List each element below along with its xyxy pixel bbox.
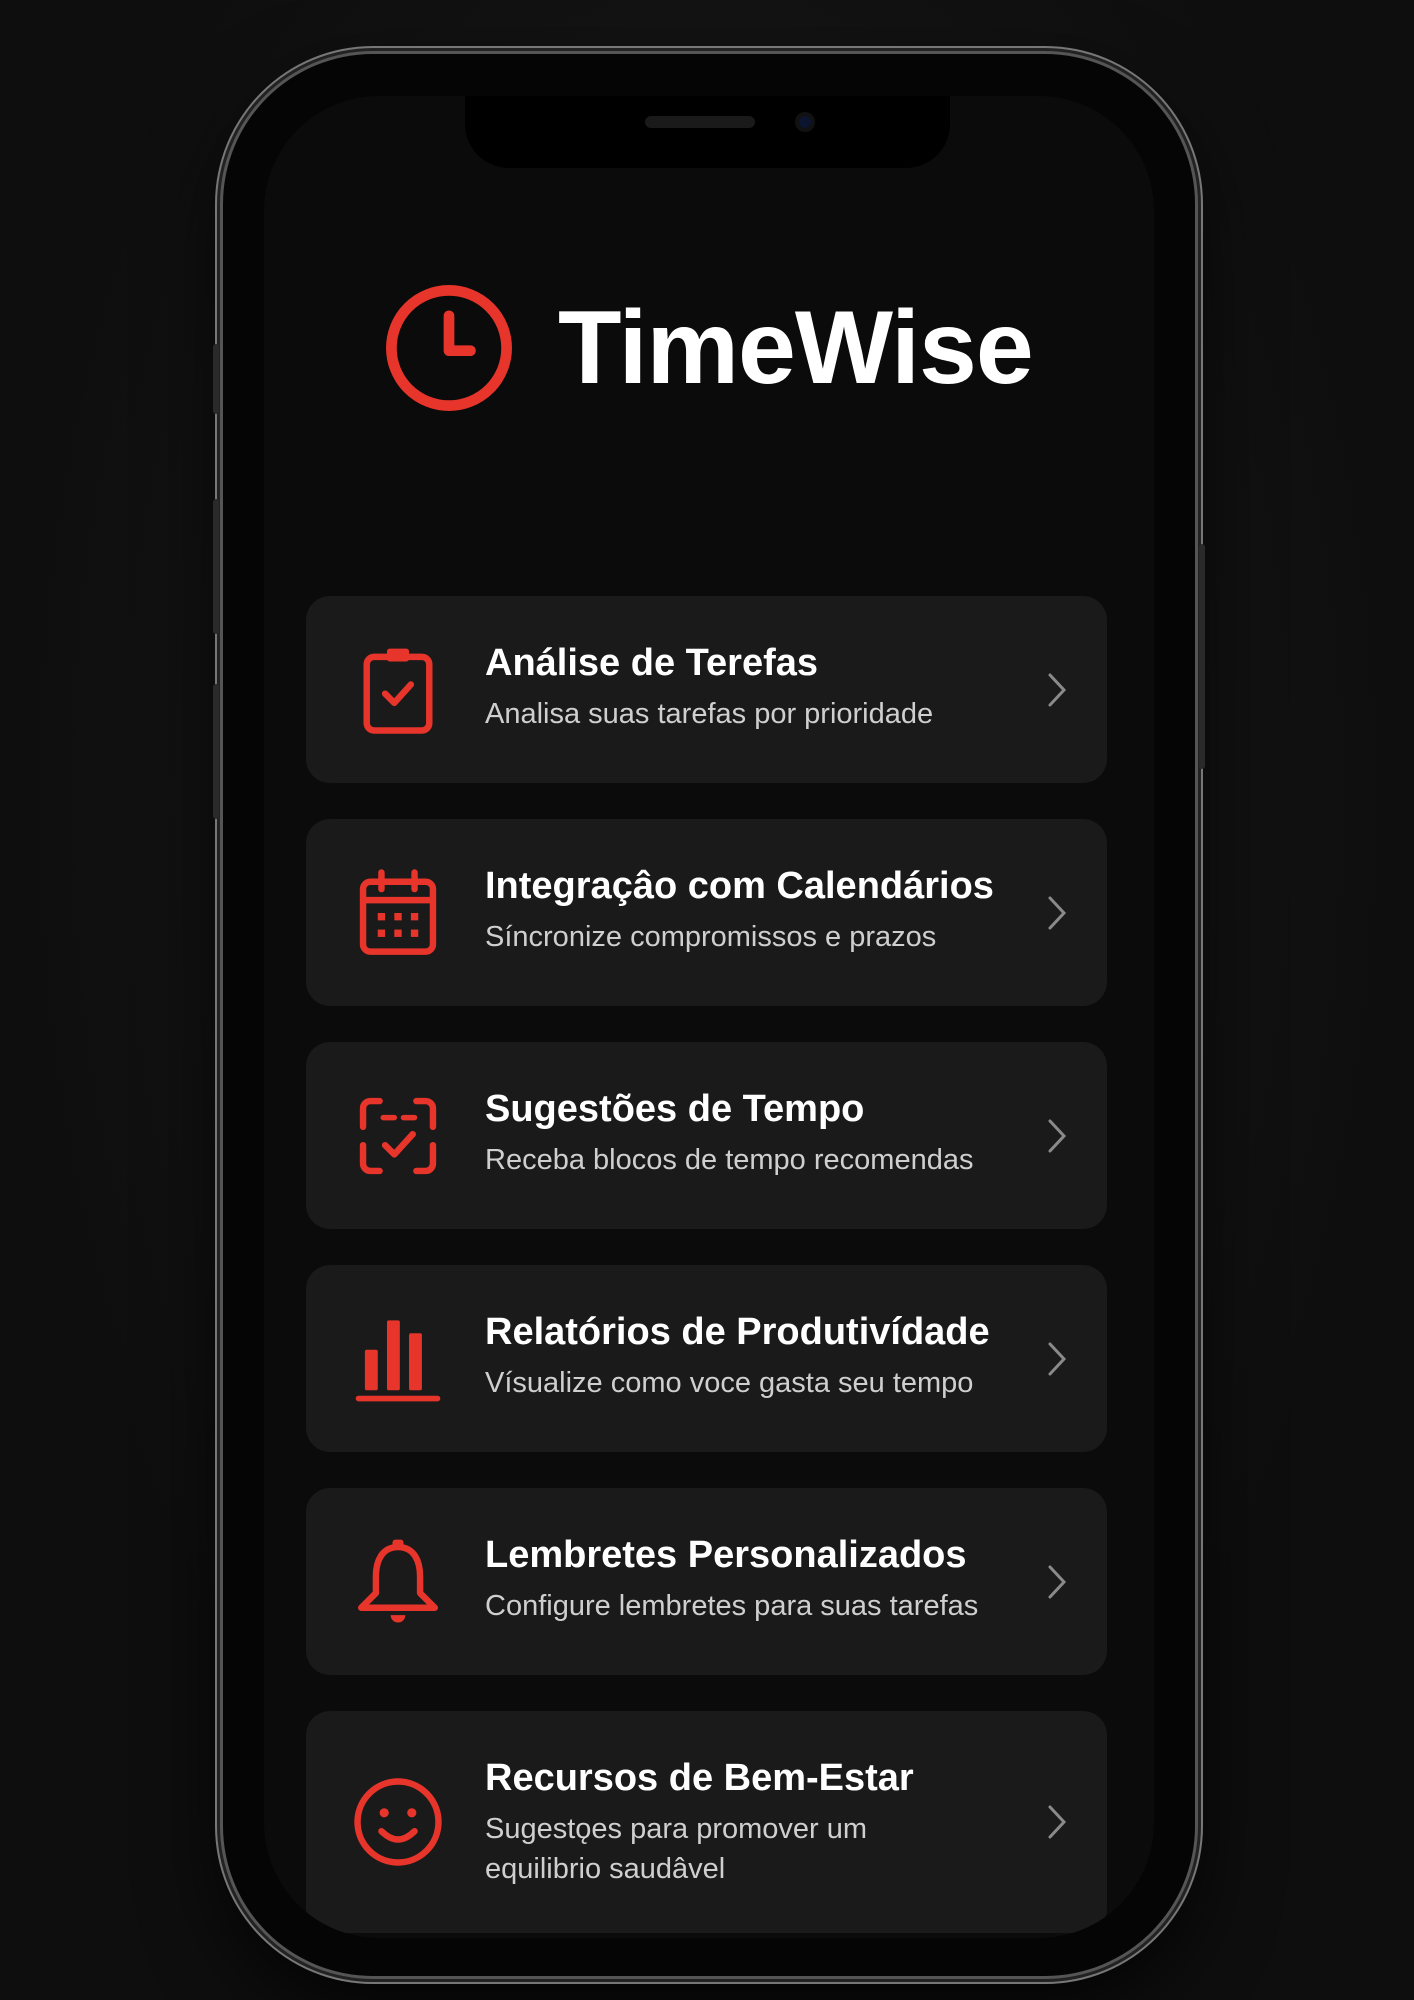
chevron-right-icon <box>1048 673 1067 706</box>
feature-subtitle: Configure lembretes para suas tarefas <box>485 1590 979 1622</box>
speaker <box>645 116 755 128</box>
feature-title: Lembretes Personalizados <box>485 1534 967 1576</box>
chevron-right-icon <box>1048 896 1067 929</box>
bar-chart-icon <box>355 1319 441 1401</box>
camera <box>795 112 815 132</box>
smiley-icon <box>354 1778 442 1866</box>
volume-up-button <box>213 499 219 634</box>
app-title: TimeWise <box>558 289 1034 406</box>
chevron-right-icon <box>1048 1119 1067 1152</box>
clock-icon <box>386 285 512 411</box>
clipboard-check-icon <box>363 648 433 734</box>
feature-title: Análise de Terefas <box>485 642 819 684</box>
chevron-right-icon <box>1048 1565 1067 1598</box>
feature-card-wellbeing[interactable]: Recursos de Bem-Estar Sugestǫes para prom… <box>306 1711 1107 1933</box>
feature-subtitle: Síncronize compromissos e prazos <box>485 921 937 953</box>
mute-switch <box>213 344 219 414</box>
feature-title: Relatórios de Produtivídade <box>485 1311 990 1353</box>
feature-subtitle-line-2: equilibrio saudâvel <box>485 1853 726 1885</box>
bell-icon <box>357 1539 439 1622</box>
time-block-check-icon <box>359 1097 437 1174</box>
feature-card-custom-reminders[interactable]: Lembretes Personalizados Configure lembre… <box>306 1488 1107 1675</box>
feature-title: Integraçâo com Calendários <box>485 865 994 907</box>
power-button <box>1199 544 1205 769</box>
app-logo: TimeWise <box>382 281 1034 415</box>
feature-title: Sugestões de Tempo <box>485 1088 865 1130</box>
feature-subtitle: Receba blocos de tempo recomendas <box>485 1144 974 1176</box>
volume-down-button <box>213 684 219 819</box>
screen: TimeWise Análise de Terefas Analisa suas … <box>264 96 1154 1938</box>
feature-card-calendar-integration[interactable]: Integraçâo com Calendários Síncronize com… <box>306 819 1107 1006</box>
feature-card-productivity-reports[interactable]: Relatórios de Produtivídade Vísualize com… <box>306 1265 1107 1452</box>
feature-subtitle: Sugestǫes para promover um equilibrio sau… <box>485 1809 1045 1889</box>
feature-subtitle: Analisa suas tarefas por prioridade <box>485 698 934 730</box>
calendar-icon <box>359 868 437 955</box>
feature-title: Recursos de Bem-Estar <box>485 1757 914 1799</box>
feature-subtitle-line-1: Sugestǫes para promover um <box>485 1813 868 1845</box>
feature-card-time-suggestions[interactable]: Sugestões de Tempo Receba blocos de tempo… <box>306 1042 1107 1229</box>
chevron-right-icon <box>1048 1342 1067 1375</box>
feature-subtitle: Vísualize como voce gasta seu tempo <box>485 1367 974 1399</box>
phone-frame: TimeWise Análise de Terefas Analisa suas … <box>213 54 1205 1976</box>
notch <box>465 96 950 168</box>
feature-card-task-analysis[interactable]: Análise de Terefas Analisa suas tarefas p… <box>306 596 1107 783</box>
chevron-right-icon <box>1048 1805 1067 1839</box>
